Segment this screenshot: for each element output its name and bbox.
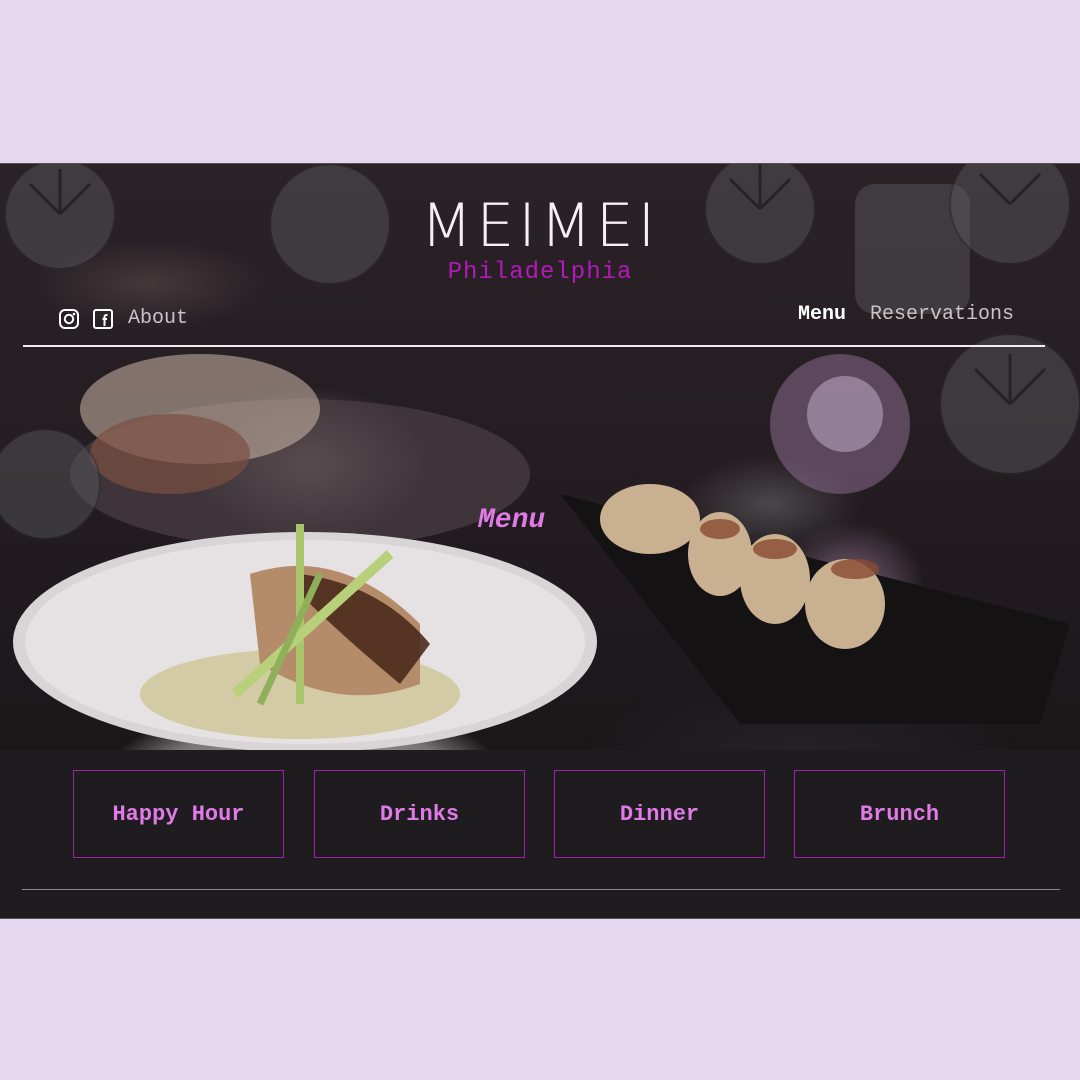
main-nav: Menu Reservations — [798, 303, 1014, 326]
social-links: About — [58, 307, 188, 330]
city-subtitle: Philadelphia — [447, 259, 633, 286]
hero-image: MEIMEI Philadelphia About Menu Reservati… — [0, 164, 1080, 750]
nav-item-reservations[interactable]: Reservations — [870, 303, 1014, 326]
facebook-icon[interactable] — [92, 308, 114, 330]
category-button-happy-hour[interactable]: Happy Hour — [73, 770, 284, 858]
instagram-icon[interactable] — [58, 308, 80, 330]
section-title: Menu — [478, 505, 546, 536]
footer-divider — [22, 889, 1060, 890]
category-button-drinks[interactable]: Drinks — [314, 770, 525, 858]
nav-item-menu[interactable]: Menu — [798, 303, 846, 326]
brand-logo[interactable]: MEIMEI — [0, 194, 1080, 258]
category-button-brunch[interactable]: Brunch — [794, 770, 1005, 858]
about-link[interactable]: About — [128, 307, 188, 330]
site-frame: MEIMEI Philadelphia About Menu Reservati… — [0, 163, 1080, 919]
category-button-dinner[interactable]: Dinner — [554, 770, 765, 858]
header-divider — [23, 345, 1045, 347]
